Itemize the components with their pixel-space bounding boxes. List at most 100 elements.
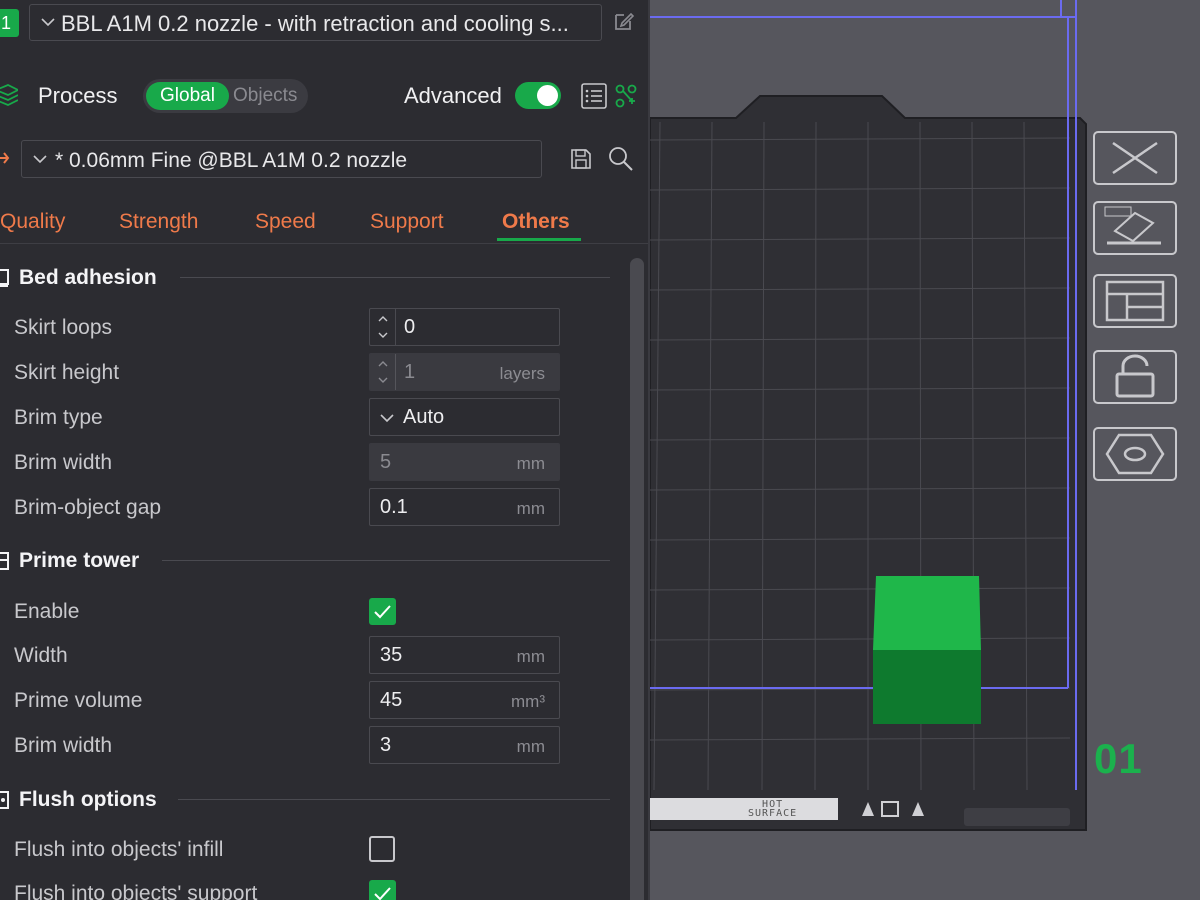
- enable-checkbox[interactable]: [369, 598, 396, 625]
- advanced-label: Advanced: [404, 83, 502, 108]
- stepper[interactable]: [370, 309, 396, 345]
- field-value: 5: [380, 451, 392, 473]
- stepper: [370, 354, 396, 390]
- option-prime-tower-width: Width 35 mm: [0, 636, 620, 676]
- prime-tower-icon: [0, 552, 9, 570]
- field-value: 35: [380, 644, 403, 666]
- tab-speed[interactable]: Speed: [255, 210, 316, 234]
- preset-name: * 0.06mm Fine @BBL A1M 0.2 nozzle: [55, 149, 408, 172]
- divider: [162, 560, 610, 561]
- brim-width-input: 5 mm: [369, 443, 560, 481]
- plate-notch: [964, 808, 1070, 826]
- arrange-button[interactable]: [1093, 274, 1177, 328]
- slicer-app: 1 BBL A1M 0.2 nozzle - with retraction a…: [0, 0, 1200, 900]
- prime-tower-brim-width-input[interactable]: 3 mm: [369, 726, 560, 764]
- flush-into-support-checkbox[interactable]: [369, 880, 396, 900]
- divider: [178, 799, 610, 800]
- chevron-down-icon: [378, 377, 388, 383]
- edit-icon[interactable]: [612, 9, 636, 33]
- process-preset-select[interactable]: * 0.06mm Fine @BBL A1M 0.2 nozzle: [21, 140, 542, 178]
- option-skirt-height: Skirt height 1 layers: [0, 353, 620, 393]
- option-label: Brim width: [14, 451, 113, 474]
- plate-label-strip: [650, 798, 838, 820]
- auto-orient-button[interactable]: [1093, 201, 1177, 255]
- check-icon: [374, 605, 391, 619]
- scrollbar[interactable]: [630, 258, 644, 900]
- chevron-down-icon[interactable]: [377, 329, 389, 341]
- advanced-toggle[interactable]: [515, 82, 561, 109]
- option-label: Skirt height: [14, 361, 120, 384]
- field-unit: mm: [516, 647, 545, 666]
- brim-object-gap-input[interactable]: 0.1 mm: [369, 488, 560, 526]
- list-icon[interactable]: [580, 82, 608, 110]
- option-label: Brim width: [14, 734, 113, 757]
- search-icon[interactable]: [608, 146, 634, 172]
- printer-select[interactable]: BBL A1M 0.2 nozzle - with retraction and…: [29, 4, 602, 41]
- scope-global-button[interactable]: Global: [146, 82, 229, 110]
- check-icon: [374, 887, 391, 900]
- plate-settings-button[interactable]: [1093, 427, 1177, 481]
- tab-strength[interactable]: Strength: [119, 210, 198, 234]
- option-label: Prime volume: [14, 689, 143, 712]
- field-unit: mm: [516, 454, 545, 473]
- field-value: Auto: [403, 406, 445, 428]
- option-flush-into-support: Flush into objects' support: [0, 874, 620, 900]
- field-unit: mm³: [511, 692, 545, 711]
- layers-icon: [0, 84, 18, 106]
- section-bed-adhesion: Bed adhesion: [0, 263, 620, 293]
- close-icon: [1112, 141, 1158, 175]
- option-flush-into-infill: Flush into objects' infill: [0, 830, 620, 870]
- hot-surface-label: HOT SURFACE: [748, 800, 798, 819]
- field-value: 0: [404, 316, 416, 338]
- scope-switch: Global Objects: [143, 79, 308, 113]
- option-label: Brim-object gap: [14, 496, 162, 519]
- model-cube: [873, 576, 981, 724]
- chevron-down-icon: [380, 414, 394, 423]
- option-brim-width: Brim width 5 mm: [0, 443, 620, 483]
- option-label: Skirt loops: [14, 316, 113, 339]
- active-tab-indicator: [497, 238, 581, 241]
- prime-tower-width-input[interactable]: 35 mm: [369, 636, 560, 674]
- tab-support[interactable]: Support: [370, 210, 444, 234]
- field-unit: layers: [499, 364, 545, 383]
- tab-quality[interactable]: Quality: [0, 210, 65, 234]
- option-label: Flush into objects' infill: [14, 838, 224, 861]
- close-plate-button[interactable]: [1093, 131, 1177, 185]
- field-value: 45: [380, 689, 403, 711]
- settings-content: Bed adhesion Skirt loops 0 Skirt height: [0, 252, 625, 900]
- option-prime-tower-brim-width: Brim width 3 mm: [0, 726, 620, 766]
- scope-objects-button[interactable]: Objects: [233, 82, 305, 110]
- section-title: Flush options: [19, 788, 157, 811]
- field-value: 0.1: [380, 496, 408, 518]
- lock-button[interactable]: [1093, 350, 1177, 404]
- option-label: Flush into objects' support: [14, 882, 258, 900]
- network-icon[interactable]: [614, 83, 638, 109]
- flush-options-icon: [0, 791, 9, 809]
- process-label: Process: [38, 83, 118, 108]
- field-value: 3: [380, 734, 392, 756]
- settings-tabs: Quality Strength Speed Support Others: [0, 198, 650, 244]
- skirt-height-input: 1 layers: [369, 353, 560, 391]
- option-label: Brim type: [14, 406, 103, 429]
- printer-name: BBL A1M 0.2 nozzle - with retraction and…: [61, 11, 569, 36]
- chevron-up-icon[interactable]: [377, 313, 389, 325]
- skirt-loops-input[interactable]: 0: [369, 308, 560, 346]
- arrange-icon: [1105, 280, 1165, 322]
- tab-others[interactable]: Others: [502, 210, 570, 234]
- field-unit: mm: [516, 499, 545, 518]
- arrow-icon[interactable]: [0, 148, 10, 168]
- hot-surface-line2: SURFACE: [748, 808, 798, 819]
- save-icon[interactable]: [570, 148, 592, 170]
- brim-type-select[interactable]: Auto: [369, 398, 560, 436]
- section-flush-options: Flush options: [0, 785, 620, 815]
- process-row: Process Global Objects Advanced: [0, 70, 650, 122]
- hexagon-icon: [1105, 433, 1165, 475]
- prime-volume-input[interactable]: 45 mm³: [369, 681, 560, 719]
- section-prime-tower: Prime tower: [0, 546, 620, 576]
- preset-row: * 0.06mm Fine @BBL A1M 0.2 nozzle: [0, 136, 650, 186]
- chevron-down-icon: [33, 155, 47, 164]
- flush-into-infill-checkbox[interactable]: [369, 836, 395, 862]
- lock-icon: [1115, 354, 1155, 398]
- auto-orient-icon: [1104, 206, 1161, 245]
- option-skirt-loops: Skirt loops 0: [0, 308, 620, 348]
